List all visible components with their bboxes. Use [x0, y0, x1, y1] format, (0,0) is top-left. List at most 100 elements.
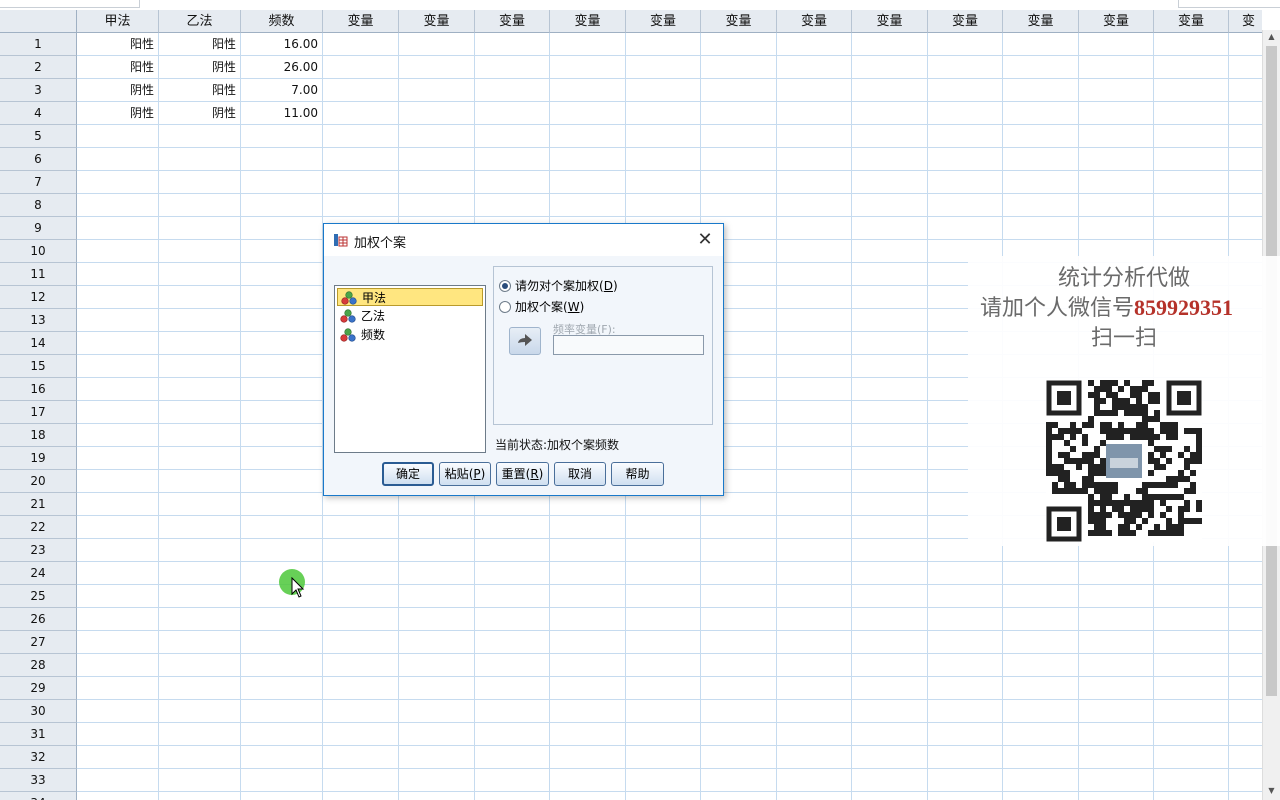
data-cell[interactable]	[777, 654, 852, 677]
column-header[interactable]: 变量	[852, 10, 928, 33]
radio-do-not-weight-indicator[interactable]	[499, 280, 511, 292]
data-cell[interactable]	[241, 355, 323, 378]
data-cell[interactable]	[626, 79, 701, 102]
data-cell[interactable]	[323, 194, 399, 217]
data-cell[interactable]	[241, 769, 323, 792]
data-cell[interactable]	[399, 194, 475, 217]
column-header[interactable]: 乙法	[159, 10, 241, 33]
data-cell[interactable]	[1003, 608, 1079, 631]
data-cell[interactable]	[241, 723, 323, 746]
data-cell[interactable]	[159, 723, 241, 746]
data-cell[interactable]	[399, 631, 475, 654]
data-cell[interactable]	[1003, 56, 1079, 79]
row-header[interactable]: 11	[0, 263, 77, 286]
data-cell[interactable]	[1229, 746, 1262, 769]
data-cell[interactable]	[777, 677, 852, 700]
data-cell[interactable]	[323, 608, 399, 631]
row-header[interactable]: 34	[0, 792, 77, 800]
data-cell[interactable]	[77, 286, 159, 309]
data-cell[interactable]	[399, 33, 475, 56]
data-cell[interactable]	[1229, 654, 1262, 677]
data-cell[interactable]	[701, 125, 777, 148]
data-cell[interactable]	[241, 516, 323, 539]
data-cell[interactable]	[928, 194, 1003, 217]
data-cell[interactable]	[1154, 217, 1229, 240]
data-cell[interactable]	[852, 631, 928, 654]
data-cell[interactable]	[1079, 562, 1154, 585]
data-cell[interactable]	[1079, 723, 1154, 746]
data-cell[interactable]	[323, 677, 399, 700]
data-cell[interactable]	[241, 493, 323, 516]
data-cell[interactable]	[1154, 56, 1229, 79]
variable-list-item[interactable]: 甲法	[337, 288, 483, 306]
data-cell[interactable]	[159, 792, 241, 800]
data-cell[interactable]	[323, 654, 399, 677]
row-header[interactable]: 26	[0, 608, 77, 631]
data-cell[interactable]	[852, 470, 928, 493]
row-header[interactable]: 5	[0, 125, 77, 148]
data-cell[interactable]	[1003, 677, 1079, 700]
data-cell[interactable]	[241, 378, 323, 401]
data-cell[interactable]	[1229, 56, 1262, 79]
data-cell[interactable]	[241, 148, 323, 171]
data-cell[interactable]: 阴性	[77, 102, 159, 125]
data-cell[interactable]	[323, 56, 399, 79]
column-header[interactable]: 变量	[399, 10, 475, 33]
data-cell[interactable]	[77, 562, 159, 585]
column-header[interactable]: 变量	[626, 10, 701, 33]
row-header[interactable]: 14	[0, 332, 77, 355]
data-cell[interactable]	[159, 171, 241, 194]
data-cell[interactable]	[241, 263, 323, 286]
column-header[interactable]: 变量	[475, 10, 550, 33]
data-cell[interactable]	[475, 769, 550, 792]
data-cell[interactable]	[159, 539, 241, 562]
data-cell[interactable]	[852, 125, 928, 148]
data-cell[interactable]	[77, 792, 159, 800]
data-cell[interactable]	[77, 677, 159, 700]
data-cell[interactable]	[626, 746, 701, 769]
data-cell[interactable]	[550, 148, 626, 171]
data-cell[interactable]	[1229, 700, 1262, 723]
data-cell[interactable]	[777, 217, 852, 240]
data-cell[interactable]	[77, 332, 159, 355]
data-cell[interactable]	[1154, 585, 1229, 608]
row-header[interactable]: 1	[0, 33, 77, 56]
data-cell[interactable]	[323, 102, 399, 125]
data-cell[interactable]	[1003, 769, 1079, 792]
data-cell[interactable]	[241, 746, 323, 769]
data-cell[interactable]	[475, 746, 550, 769]
data-cell[interactable]	[928, 608, 1003, 631]
data-cell[interactable]	[323, 171, 399, 194]
data-cell[interactable]	[323, 700, 399, 723]
data-cell[interactable]	[1079, 56, 1154, 79]
row-header[interactable]: 12	[0, 286, 77, 309]
data-cell[interactable]	[1079, 79, 1154, 102]
data-cell[interactable]	[777, 769, 852, 792]
data-cell[interactable]	[701, 792, 777, 800]
data-cell[interactable]	[550, 102, 626, 125]
data-cell[interactable]	[852, 309, 928, 332]
data-cell[interactable]	[159, 447, 241, 470]
data-cell[interactable]	[399, 171, 475, 194]
data-cell[interactable]	[475, 148, 550, 171]
data-cell[interactable]	[701, 654, 777, 677]
data-cell[interactable]	[159, 125, 241, 148]
data-cell[interactable]	[550, 33, 626, 56]
data-cell[interactable]	[1079, 194, 1154, 217]
data-cell[interactable]	[550, 516, 626, 539]
data-cell[interactable]	[1229, 148, 1262, 171]
data-cell[interactable]	[241, 424, 323, 447]
data-cell[interactable]	[852, 700, 928, 723]
row-header[interactable]: 16	[0, 378, 77, 401]
data-cell[interactable]	[159, 286, 241, 309]
data-cell[interactable]	[928, 700, 1003, 723]
data-cell[interactable]	[777, 56, 852, 79]
data-cell[interactable]	[550, 171, 626, 194]
data-cell[interactable]	[928, 56, 1003, 79]
data-cell[interactable]	[777, 493, 852, 516]
data-cell[interactable]	[323, 585, 399, 608]
data-cell[interactable]	[159, 585, 241, 608]
data-cell[interactable]	[550, 562, 626, 585]
data-cell[interactable]	[777, 263, 852, 286]
data-cell[interactable]	[852, 286, 928, 309]
